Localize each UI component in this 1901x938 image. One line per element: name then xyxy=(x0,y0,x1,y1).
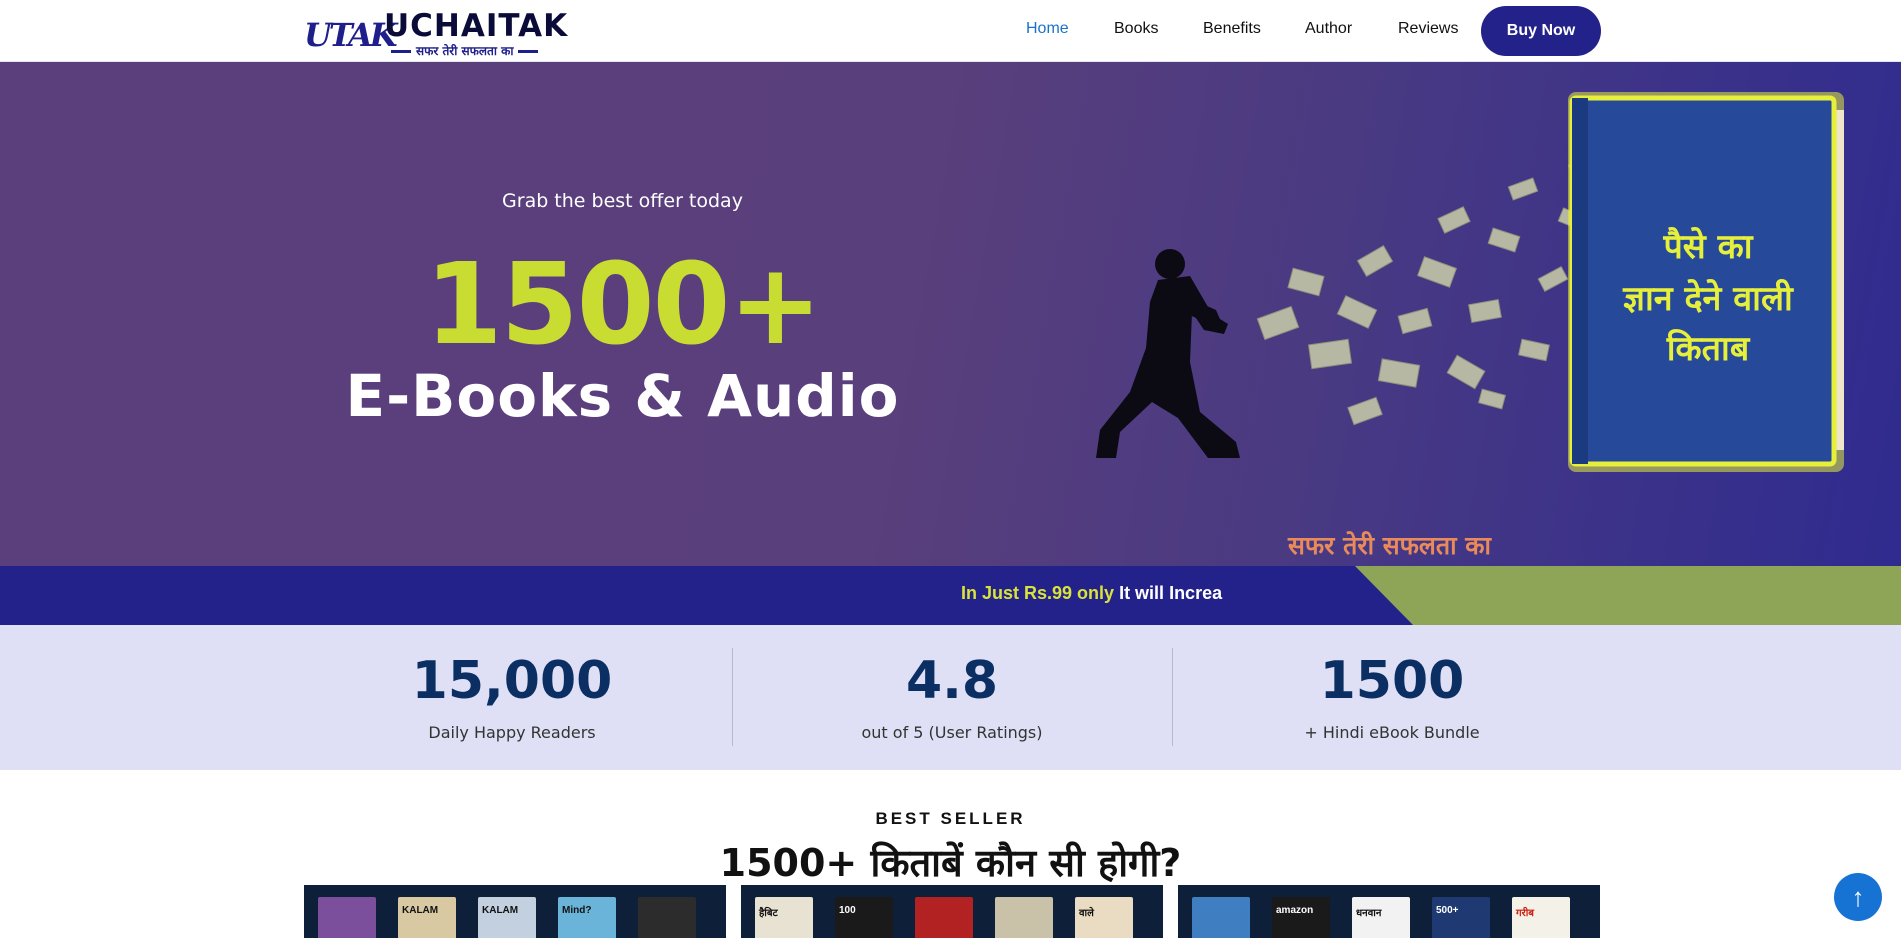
book-cover[interactable]: KALAM xyxy=(478,897,536,938)
site-header: UTAK UCHAITAK सफर तेरी सफलता का Home Boo… xyxy=(0,0,1901,62)
nav-reviews[interactable]: Reviews xyxy=(1398,20,1458,38)
book-text-3: किताब xyxy=(1666,328,1751,369)
book-cover[interactable]: 500+ xyxy=(1432,897,1490,938)
stat-rating: 4.8 out of 5 (User Ratings) xyxy=(732,625,1172,770)
book-cover[interactable] xyxy=(318,897,376,938)
arrow-up-icon[interactable]: ↑ xyxy=(1834,873,1882,921)
section-kicker: BEST SELLER xyxy=(875,809,1026,828)
book-cover[interactable] xyxy=(638,897,696,938)
hero-banner: Grab the best offer today 1500+ E-Books … xyxy=(0,62,1901,566)
nav-benefits[interactable]: Benefits xyxy=(1203,20,1261,38)
offer-rest: It will Increa xyxy=(1119,583,1223,603)
stat-bundle: 1500 + Hindi eBook Bundle xyxy=(1172,625,1612,770)
stat-value: 15,000 xyxy=(411,651,613,711)
book-panel-1[interactable]: KALAM KALAM Mind? xyxy=(304,885,726,938)
book-cover[interactable]: गरीब xyxy=(1512,897,1570,938)
book-cover[interactable]: हैबिट xyxy=(755,897,813,938)
book-cover[interactable]: amazon xyxy=(1272,897,1330,938)
book-cover[interactable] xyxy=(915,897,973,938)
book-text-2: ज्ञान देने वाली xyxy=(1622,278,1794,319)
stat-value: 1500 xyxy=(1319,651,1465,711)
book-text-1: पैसे का xyxy=(1662,226,1753,267)
logo-mark: UTAK xyxy=(304,16,398,54)
nav-books[interactable]: Books xyxy=(1114,20,1158,38)
book-illustration: पैसे का ज्ञान देने वाली किताब xyxy=(1568,92,1844,472)
logo-tagline: सफर तेरी सफलता का xyxy=(386,42,543,59)
book-cover[interactable] xyxy=(995,897,1053,938)
nav-home[interactable]: Home xyxy=(1026,20,1069,38)
book-cover[interactable]: वाले xyxy=(1075,897,1133,938)
kneeling-man-silhouette xyxy=(1096,249,1240,458)
book-panel-2[interactable]: हैबिट 100 वाले xyxy=(741,885,1163,938)
buy-now-button[interactable]: Buy Now xyxy=(1481,6,1601,56)
book-cover[interactable]: Mind? xyxy=(558,897,616,938)
hero-tagline: सफर तेरी सफलता का xyxy=(1288,531,1491,560)
nav-author[interactable]: Author xyxy=(1305,20,1352,38)
logo-name: UCHAITAK xyxy=(384,8,569,44)
offer-strip: In Just Rs.99 only It will Increa xyxy=(0,566,1901,625)
offer-strip-blue xyxy=(0,566,1413,625)
stat-value: 4.8 xyxy=(905,651,999,711)
stat-label: Daily Happy Readers xyxy=(428,723,596,742)
book-cover[interactable] xyxy=(1192,897,1250,938)
stat-label: out of 5 (User Ratings) xyxy=(861,723,1043,742)
book-panel-3[interactable]: amazon धनवान 500+ गरीब xyxy=(1178,885,1600,938)
book-cover[interactable]: धनवान xyxy=(1352,897,1410,938)
site-logo[interactable]: UTAK UCHAITAK सफर तेरी सफलता का xyxy=(304,6,567,59)
stat-label: + Hindi eBook Bundle xyxy=(1304,723,1480,742)
offer-highlight: In Just Rs.99 only xyxy=(961,583,1115,603)
offer-strip-text: In Just Rs.99 only It will Increa xyxy=(961,583,1222,604)
book-cover[interactable]: 100 xyxy=(835,897,893,938)
section-title: 1500+ किताबें कौन सी होगी? xyxy=(719,841,1182,885)
hero-illustration: पैसे का ज्ञान देने वाली किताब xyxy=(1096,92,1844,472)
stats-section: 15,000 Daily Happy Readers 4.8 out of 5 … xyxy=(0,625,1901,770)
book-cover[interactable]: KALAM xyxy=(398,897,456,938)
stat-readers: 15,000 Daily Happy Readers xyxy=(292,625,732,770)
